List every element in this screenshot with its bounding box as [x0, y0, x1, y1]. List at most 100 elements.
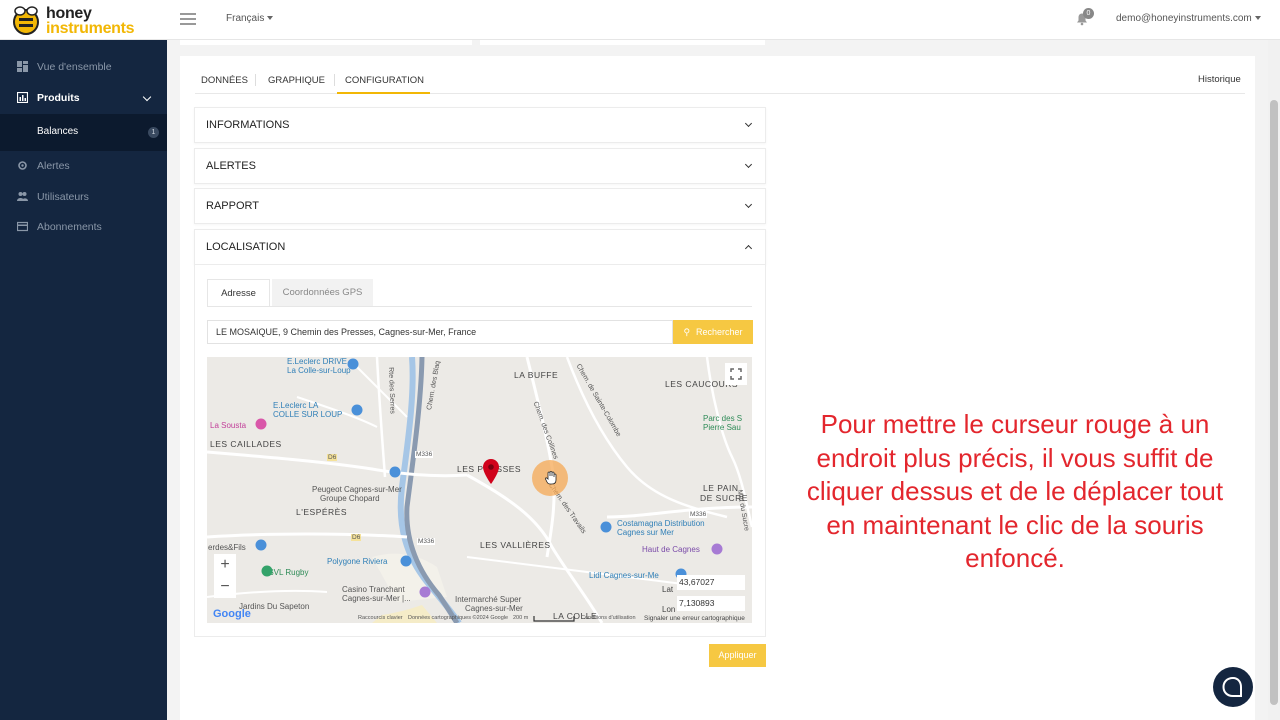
chevron-down-icon [744, 200, 753, 209]
poi-label: Costamagna Distribution [617, 519, 705, 528]
count-badge: 1 [148, 127, 159, 138]
sidebar-item-label: Produits [37, 92, 80, 104]
zoom-in-button[interactable]: + [214, 554, 236, 576]
shop-pin-icon [419, 586, 431, 598]
map[interactable]: LA BUFFE LES CAUCOURS LES PRESSES LES CA… [207, 357, 752, 623]
fullscreen-button[interactable] [725, 363, 747, 385]
accordion-alertes[interactable]: ALERTES [194, 148, 766, 184]
road-shield: D6 [327, 454, 338, 461]
chat-button[interactable] [1213, 667, 1253, 707]
subtab-gps[interactable]: Coordonnées GPS [272, 279, 373, 306]
sidebar-item-products[interactable]: Produits [0, 83, 167, 113]
sidebar-item-subscriptions[interactable]: Abonnements [0, 212, 167, 242]
map-label: LA BUFFE [514, 370, 559, 380]
summary-card [180, 40, 472, 45]
sidebar-item-users[interactable]: Utilisateurs [0, 182, 167, 212]
sidebar-item-label: Abonnements [37, 221, 102, 233]
spa-pin-icon [255, 418, 267, 430]
active-tab-indicator [337, 92, 430, 94]
lon-label: Lon [662, 605, 676, 614]
sidebar-item-label: Utilisateurs [37, 191, 89, 203]
map-label: LES VALLIÈRES [480, 540, 551, 550]
poi-label: Cagnes sur Mer [617, 528, 674, 537]
keyboard-shortcuts-link[interactable]: Raccourcis clavier [358, 615, 403, 621]
caret-down-icon [1254, 16, 1261, 21]
apply-button[interactable]: Appliquer [709, 644, 766, 667]
road-shield: M336 [415, 451, 434, 458]
poi-label: Intermarché Super [455, 595, 522, 604]
sidebar-subitem-label: Balances [37, 126, 79, 137]
tab-divider [255, 74, 256, 86]
google-logo: Google [213, 608, 251, 620]
notification-badge: 0 [1083, 8, 1094, 19]
poi-label: Polygone Riviera [327, 557, 388, 566]
logo-text-instruments: instruments [46, 20, 135, 37]
subtab-adresse[interactable]: Adresse [207, 279, 270, 306]
location-marker-icon[interactable] [483, 459, 499, 484]
search-button[interactable]: ⚲ Rechercher [673, 320, 753, 344]
sport-pin-icon [261, 565, 273, 577]
accordion-title: LOCALISATION [206, 241, 286, 253]
report-map-error-link[interactable]: Signaler une erreur cartographique [644, 615, 745, 622]
tab-donnees[interactable]: DONNÉES [201, 75, 248, 86]
poi-label: Cagnes-sur-Mer [465, 604, 523, 613]
road-shield: M336 [689, 511, 708, 518]
map-scale-label: 200 m [513, 615, 529, 621]
shop-pin-icon [389, 466, 401, 478]
lat-label: Lat [662, 585, 674, 594]
accordion-informations[interactable]: INFORMATIONS [194, 107, 766, 143]
poi-label: Casino Tranchant [342, 585, 405, 594]
history-link[interactable]: Historique [1198, 74, 1241, 85]
poi-label: Groupe Chopard [320, 494, 380, 503]
poi-label: La Sousta [210, 421, 247, 430]
chat-bubble-icon [1222, 676, 1242, 697]
shop-pin-icon [347, 358, 359, 370]
tab-configuration[interactable]: CONFIGURATION [345, 75, 424, 86]
poi-label: Peugeot Cagnes-sur-Mer [312, 485, 402, 494]
poi-label: Haut de Cagnes [642, 545, 700, 554]
sidebar-item-alerts[interactable]: Alertes [0, 151, 167, 181]
shop-pin-icon [351, 404, 363, 416]
poi-label: Parc des S [703, 414, 743, 423]
sidebar-item-overview[interactable]: Vue d'ensemble [0, 52, 167, 82]
map-label: L'ESPÉRÈS [296, 507, 348, 517]
landmark-pin-icon [711, 543, 723, 555]
poi-label: Lidl Cagnes-sur-Me [589, 571, 659, 580]
shop-pin-icon [400, 555, 412, 567]
accordion-localisation[interactable]: LOCALISATION [194, 229, 766, 265]
poi-label: E.Leclerc DRIVE [287, 357, 348, 366]
sidebar-subitem-balances[interactable]: Balances 1 [0, 114, 167, 151]
address-input[interactable] [207, 320, 673, 344]
page-scrollbar[interactable] [1268, 40, 1280, 720]
menu-toggle-icon[interactable] [180, 13, 196, 25]
chevron-down-icon [744, 160, 753, 169]
accordion-rapport[interactable]: RAPPORT [194, 188, 766, 224]
accordion-title: RAPPORT [206, 200, 259, 212]
scrollbar-thumb[interactable] [1270, 100, 1278, 705]
tab-bar: DONNÉES GRAPHIQUE CONFIGURATION [195, 70, 1245, 94]
chevron-down-icon [744, 119, 753, 128]
poi-label: COLLE SUR LOUP [273, 410, 343, 419]
gear-icon [18, 161, 27, 170]
accordion-title: ALERTES [206, 160, 256, 172]
shop-pin-icon [255, 539, 267, 551]
logo[interactable]: honey instruments [10, 4, 160, 38]
accordion-title: INFORMATIONS [206, 119, 290, 131]
zoom-out-button[interactable]: − [214, 576, 236, 598]
terms-link[interactable]: Conditions d'utilisation [581, 615, 636, 621]
poi-label: Cagnes-sur-Mer |... [342, 594, 411, 603]
hand-cursor-icon [545, 471, 557, 485]
users-icon [17, 192, 28, 201]
tab-graphique[interactable]: GRAPHIQUE [268, 75, 325, 86]
language-dropdown[interactable]: Français [226, 13, 274, 24]
map-scale-bar [533, 616, 575, 622]
lon-value: 7,130893 [677, 596, 745, 611]
map-data-credit: Données cartographiques ©2024 Google [408, 615, 509, 621]
subtab-divider [207, 306, 752, 307]
tutorial-annotation: Pour mettre le curseur rouge à un endroi… [806, 409, 1224, 573]
dashboard-icon [17, 61, 28, 72]
chevron-up-icon [744, 244, 753, 253]
map-roads [207, 357, 752, 623]
shop-pin-icon [600, 521, 612, 533]
user-menu[interactable]: demo@honeyinstruments.com [1116, 13, 1261, 24]
